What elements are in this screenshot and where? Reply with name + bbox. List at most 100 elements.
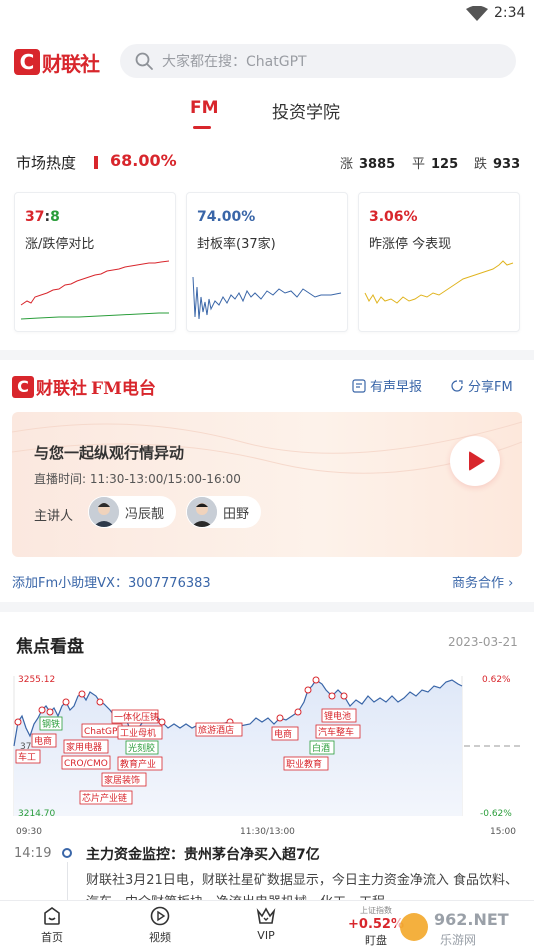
seal-rate-value: 74.00% [197,209,256,225]
tag-label: ChatGPT [84,727,123,737]
focus-title: 焦点看盘 [16,637,84,657]
nav-vip[interactable]: VIP [236,905,296,942]
tag-label: 芯片产业链 [82,792,127,804]
y-high-label: 3255.12 [18,675,55,685]
fm-schedule: 直播时间: 11:30-13:00/15:00-16:00 [34,472,241,486]
nav-home[interactable]: 首页 [22,905,82,945]
concept-tag[interactable]: 芯片产业链 [79,790,133,805]
share-fm-link[interactable]: 分享FM [450,376,513,395]
seal-rate-title: 封板率(37家) [197,237,276,252]
x-mid-label: 11:30/13:00 [240,827,295,837]
down-count-value: 933 [493,157,521,172]
limit-down-count: 8 [50,209,60,225]
assistant-contact[interactable]: 添加Fm小助理VX：3007776383 [12,572,211,591]
limit-compare-title: 涨/跌停对比 [25,237,95,252]
market-heat-marker [94,156,98,169]
concept-tag[interactable]: 职业教育 [283,756,329,771]
fm-logo-mark: C [12,375,34,398]
host-chip[interactable]: 田野 [186,496,262,528]
x-start-label: 09:30 [16,827,42,837]
concept-tag[interactable]: 汽车整车 [315,724,361,739]
host-name: 冯辰靓 [125,506,165,522]
pct-high-label: 0.62% [482,675,511,685]
search-placeholder: 大家都在搜：ChatGPT [162,54,307,70]
tag-label: 钢铁 [42,718,60,730]
logo-text: 财联社 [42,51,100,76]
home-icon [44,907,60,925]
flat-count: 平 125 [412,153,458,172]
svg-text:962.NET: 962.NET [434,910,509,929]
bottom-navigation: 首页 视频 VIP 上证指数 +0.52% 盯盘 962.NET 乐游网 [0,900,534,949]
tag-label: 教育产业 [120,758,156,770]
svg-text:乐游网: 乐游网 [440,933,476,947]
status-time: 2:34 [494,5,526,21]
tab-fm[interactable]: FM [190,98,219,118]
yesterday-limit-title: 昨涨停 今表现 [369,237,452,252]
tag-label: 一体化压铸 [114,711,159,723]
fm-brand: 财联社 [36,379,87,399]
concept-tag[interactable]: ChatGPT [81,723,123,738]
concept-tag[interactable]: 教育产业 [117,756,163,771]
nav-video-label: 视频 [149,931,171,944]
status-bar: 2:34 [0,0,534,28]
news-item[interactable]: 14:19 主力资金监控：贵州茅台净买入超7亿 财联社3月21日电，财联社星矿数… [0,838,534,900]
limit-up-count: 37 [25,209,45,225]
concept-tag[interactable]: 白酒 [309,740,335,755]
down-label: 跌 [474,157,488,172]
market-heat-label: 市场热度 [16,154,77,172]
early-report-link[interactable]: 有声早报 [352,376,422,395]
avatar [89,497,119,527]
market-heat-value: 68.00% [110,151,177,170]
tag-label: 汽车整车 [318,726,354,738]
seal-rate-card[interactable]: 74.00% 封板率(37家) [186,192,348,332]
early-report-label: 有声早报 [370,380,423,395]
play-icon [469,451,485,471]
crown-icon [256,907,276,924]
concept-tag[interactable]: 车工 [15,749,41,764]
fm-section-header: C 财联社 FM电台 有声早报 分享FM [0,370,534,402]
concept-tag[interactable]: 电商 [31,733,57,748]
tag-label: 旅游酒店 [198,724,234,736]
yesterday-limit-value: 3.06% [369,209,418,225]
wifi-icon [466,6,488,21]
play-button[interactable] [450,436,500,486]
limit-compare-sparkline [20,260,170,320]
tag-label: 光刻胶 [128,742,155,754]
concept-tag[interactable]: 家居装饰 [101,772,147,787]
nav-video[interactable]: 视频 [130,905,190,945]
y-low-label: 3214.70 [18,809,55,819]
market-heat: 市场热度 68.00% 涨 3885 平 125 跌 933 [0,148,534,176]
intraday-index-chart[interactable]: 3255.12 3214.70 0.62% -0.62% 09:30 11:30… [0,666,534,838]
limit-compare-card[interactable]: 37:8 涨/跌停对比 [14,192,176,332]
tag-label: 白酒 [312,742,330,754]
concept-tag[interactable]: 旅游酒店 [195,722,243,737]
concept-tag[interactable]: 电商 [271,726,299,741]
avatar [187,497,217,527]
fm-live-card[interactable]: 与您一起纵观行情异动 直播时间: 11:30-13:00/15:00-16:00… [12,412,522,557]
yesterday-limit-card[interactable]: 3.06% 昨涨停 今表现 [358,192,520,332]
concept-tag[interactable]: CRO/CMO [61,755,111,770]
concept-tag[interactable]: 钢铁 [39,716,63,731]
video-icon [150,906,170,926]
tag-label: 职业教育 [286,758,322,770]
concept-tag[interactable]: 一体化压铸 [111,709,159,724]
top-tabs: FM 投资学院 [0,94,534,134]
business-link[interactable]: 商务合作 › [452,572,513,591]
news-body: 财联社3月21日电，财联社星矿数据显示，今日主力资金净流入 食品饮料、汽车、中介… [86,873,518,900]
down-count: 跌 933 [474,153,520,172]
host-chip[interactable]: 冯辰靓 [88,496,177,528]
tag-label: 工业母机 [120,727,156,739]
fm-headline: 与您一起纵观行情异动 [34,444,185,462]
audio-note-icon [352,378,366,393]
tab-investment-school[interactable]: 投资学院 [272,98,340,123]
search-input[interactable]: 大家都在搜：ChatGPT [120,44,516,78]
app-logo: C 财联社 [14,48,100,76]
app-header: C 财联社 大家都在搜：ChatGPT [0,36,534,88]
up-label: 涨 [340,157,354,172]
concept-tag[interactable]: 工业母机 [117,725,163,740]
concept-tag[interactable]: 光刻胶 [125,740,159,755]
concept-tag[interactable]: 家用电器 [63,739,109,754]
flat-label: 平 [412,157,426,172]
concept-tag[interactable]: 锂电池 [321,708,357,723]
seal-rate-sparkline [192,276,342,320]
